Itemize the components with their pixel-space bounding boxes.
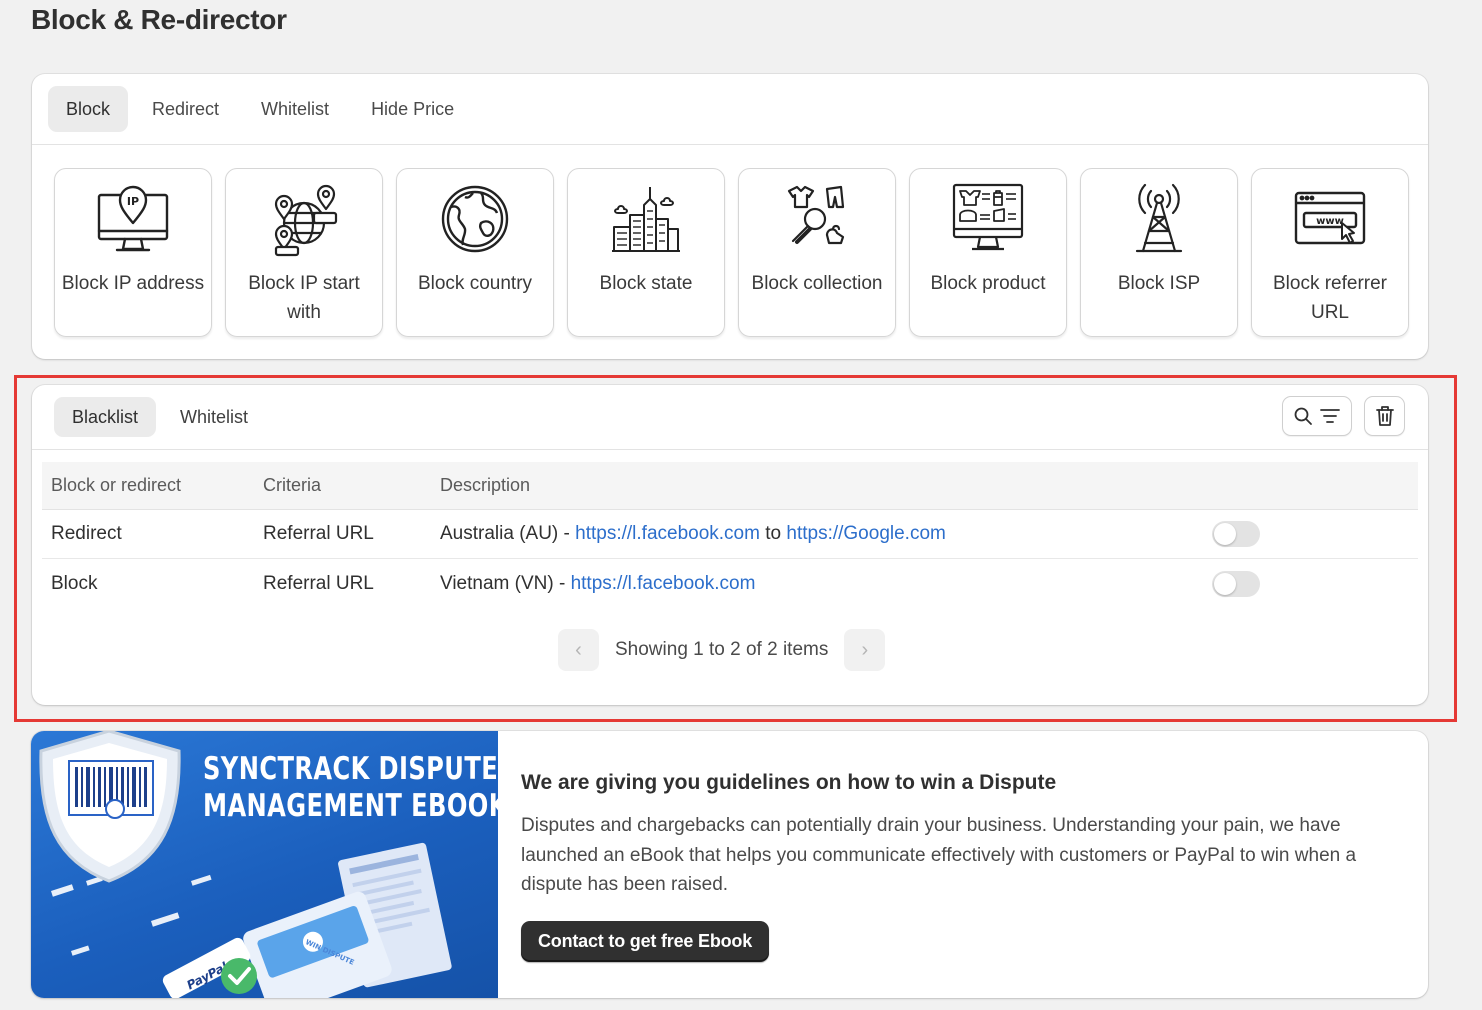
product-monitor-icon (952, 183, 1024, 251)
feature-block-referrer-url[interactable]: www Block referrer URL (1251, 168, 1409, 337)
column-header: Block or redirect (51, 475, 182, 495)
page-title: Block & Re-director (31, 4, 287, 35)
tab-hide-price[interactable]: Hide Price (353, 86, 472, 132)
block-options-card: Block Redirect Whitelist Hide Price IP B… (32, 74, 1428, 359)
browser-www-icon: www (1294, 191, 1366, 245)
feature-block-ip-address[interactable]: IP Block IP address (54, 168, 212, 337)
delete-button[interactable] (1364, 396, 1405, 436)
ebook-title: We are giving you guidelines on how to w… (521, 771, 1057, 794)
column-header: Criteria (263, 475, 322, 495)
search-filter-button[interactable] (1282, 396, 1352, 436)
row-criteria: Referral URL (263, 523, 374, 544)
pagination: ‹ Showing 1 to 2 of 2 items › (558, 629, 886, 671)
feature-label: Block referrer URL (1272, 273, 1388, 323)
feature-block-isp[interactable]: Block ISP (1080, 168, 1238, 337)
main-tabs: Block Redirect Whitelist Hide Price (48, 86, 472, 132)
row-description: Vietnam (VN) - https://l.facebook.com (440, 573, 755, 595)
row-type: Block (51, 572, 98, 594)
tab-redirect[interactable]: Redirect (134, 86, 237, 132)
feature-label: Block IP start with (248, 273, 360, 323)
ebook-description: Disputes and chargebacks can potentially… (521, 815, 1357, 895)
feature-block-product[interactable]: Block product (909, 168, 1067, 337)
ebook-cover-image: PayPal WIN DISPUTE SYNCTRACK DISPUTE MAN… (31, 731, 498, 998)
prev-page-button[interactable]: ‹ (558, 629, 599, 671)
feature-label: Block IP address (61, 273, 205, 294)
tab-whitelist-list[interactable]: Whitelist (162, 397, 266, 437)
feature-label: Block country (417, 273, 533, 294)
status-toggle[interactable] (1212, 570, 1260, 597)
status-toggle[interactable] (1212, 521, 1260, 547)
row-description: Australia (AU) - https://l.facebook.com … (440, 523, 946, 545)
trash-icon (1375, 406, 1394, 426)
ebook-headline: SYNCTRACK DISPUTE MANAGEMENT EBOOK (203, 751, 498, 825)
feature-label: Block state (599, 273, 693, 294)
row-type: Redirect (51, 523, 122, 544)
table-row: Redirect Referral URL Australia (AU) - h… (42, 510, 1418, 559)
target-url-link[interactable]: https://Google.com (786, 523, 945, 544)
svg-text:www: www (1316, 216, 1344, 227)
contact-ebook-button[interactable]: Contact to get free Ebook (521, 921, 770, 962)
list-tabs: Blacklist Whitelist (54, 397, 266, 437)
blacklist-card: Blacklist Whitelist Block or redirect Cr… (32, 385, 1428, 705)
feature-block-collection[interactable]: Block collection (738, 168, 896, 337)
description-prefix: Vietnam (VN) - (440, 572, 571, 594)
tabs-divider (32, 144, 1428, 145)
rules-table: Block or redirect Criteria Description R… (42, 462, 1418, 608)
feature-block-ip-start-with[interactable]: Block IP start with (225, 168, 383, 337)
feature-block-country[interactable]: Block country (396, 168, 554, 337)
chevron-left-icon: ‹ (575, 638, 582, 661)
chevron-right-icon: › (861, 638, 869, 661)
collection-search-icon (787, 185, 845, 245)
ebook-headline-line: MANAGEMENT EBOOK (203, 788, 498, 824)
monitor-ip-icon: IP (97, 185, 169, 252)
tab-block[interactable]: Block (48, 86, 129, 132)
next-page-button[interactable]: › (844, 629, 886, 671)
feature-block-state[interactable]: Block state (567, 168, 725, 337)
ebook-headline-line: SYNCTRACK DISPUTE (203, 751, 498, 787)
table-row: Block Referral URL Vietnam (VN) - https:… (42, 559, 1418, 608)
table-header: Block or redirect Criteria Description (42, 462, 1418, 510)
list-divider (32, 449, 1428, 450)
column-header: Description (440, 475, 531, 495)
source-url-link[interactable]: https://l.facebook.com (575, 523, 760, 544)
globe-pins-icon (274, 184, 338, 257)
tab-blacklist[interactable]: Blacklist (54, 397, 157, 437)
description-prefix: Australia (AU) - (440, 523, 576, 544)
source-url-link[interactable]: https://l.facebook.com (571, 573, 756, 594)
feature-list: IP Block IP address Block IP start with (54, 168, 1409, 337)
tab-whitelist[interactable]: Whitelist (243, 86, 347, 132)
ebook-banner: PayPal WIN DISPUTE SYNCTRACK DISPUTE MAN… (31, 731, 1428, 998)
search-icon (1294, 407, 1312, 425)
row-criteria: Referral URL (263, 572, 374, 594)
description-connector: to (759, 523, 787, 544)
pagination-status: Showing 1 to 2 of 2 items (615, 639, 829, 660)
antenna-tower-icon (1135, 183, 1183, 253)
filter-icon (1320, 409, 1340, 423)
feature-label: Block product (930, 273, 1046, 294)
globe-icon (441, 185, 509, 253)
city-buildings-icon (612, 187, 680, 252)
feature-label: Block collection (751, 273, 883, 294)
feature-label: Block ISP (1117, 273, 1201, 294)
svg-text:IP: IP (127, 195, 139, 208)
